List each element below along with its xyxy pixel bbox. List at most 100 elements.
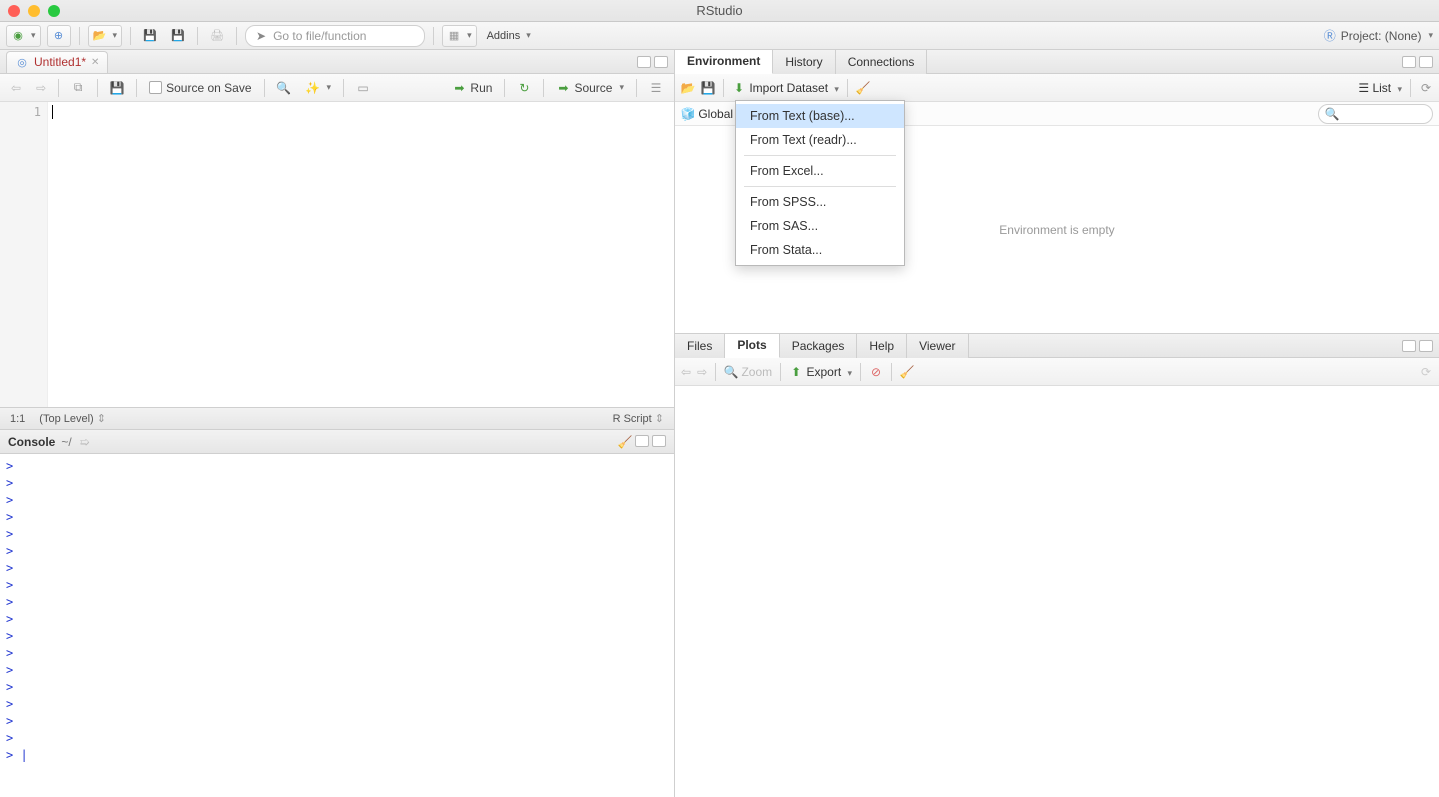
- export-button[interactable]: ⬆ Export ▾: [789, 365, 852, 379]
- maximize-pane-button[interactable]: [652, 435, 666, 447]
- console-prompt: >: [6, 475, 668, 492]
- code-editor[interactable]: 1: [0, 102, 674, 407]
- import-icon: ⬇: [732, 81, 746, 95]
- dropdown-item-from-excel[interactable]: From Excel...: [736, 159, 904, 183]
- dropdown-item-from-sas[interactable]: From SAS...: [736, 214, 904, 238]
- console-prompt: >: [6, 543, 668, 560]
- import-dataset-dropdown: From Text (base)... From Text (readr)...…: [735, 100, 905, 266]
- save-button[interactable]: 💾: [139, 25, 161, 47]
- file-type-selector[interactable]: R Script ⇕: [613, 412, 664, 425]
- source-dropdown-button[interactable]: ➡Source▾: [551, 79, 629, 97]
- environment-empty-message: Environment is empty: [999, 223, 1114, 237]
- clear-workspace-button[interactable]: 🧹: [856, 81, 870, 95]
- source-icon: ➡: [556, 81, 570, 95]
- new-file-button[interactable]: ◉▾: [6, 25, 41, 47]
- minimize-pane-button[interactable]: [1402, 340, 1416, 352]
- console-path-arrow-icon[interactable]: ➯: [78, 435, 92, 449]
- cursor: [52, 105, 53, 119]
- folder-open-icon: 📂: [93, 29, 107, 43]
- editor-content[interactable]: [48, 102, 674, 407]
- tab-environment[interactable]: Environment: [675, 50, 773, 74]
- print-button[interactable]: 🖨: [206, 25, 228, 47]
- outline-button[interactable]: ☰: [644, 79, 668, 97]
- source-btn-label: Source: [574, 81, 612, 95]
- environment-scope-selector[interactable]: 🧊 Global: [681, 107, 733, 121]
- console-prompt: >: [6, 611, 668, 628]
- editor-gutter: 1: [0, 102, 48, 407]
- remove-plot-button[interactable]: ⊘: [869, 365, 883, 379]
- grid-button[interactable]: ▦▾: [442, 25, 477, 47]
- refresh-environment-button[interactable]: ⟳: [1419, 81, 1433, 95]
- toolbar-separator: [433, 27, 434, 45]
- list-view-button[interactable]: ☰ List ▾: [1358, 81, 1402, 95]
- import-dataset-button[interactable]: ⬇ Import Dataset ▾: [732, 81, 839, 95]
- source-toolbar: ⇦ ⇨ ⧉ 💾 Source on Save 🔍 ✨▾ ▭ ➡Run ↻ ➡ So…: [0, 74, 674, 102]
- minimize-pane-button[interactable]: [1402, 56, 1416, 68]
- run-button[interactable]: ➡Run: [447, 79, 497, 97]
- refresh-plots-button[interactable]: ⟳: [1419, 365, 1433, 379]
- goto-file-function-input[interactable]: ➤ Go to file/function: [245, 25, 425, 47]
- maximize-pane-button[interactable]: [1419, 340, 1433, 352]
- tab-packages[interactable]: Packages: [780, 334, 858, 358]
- maximize-pane-button[interactable]: [654, 56, 668, 68]
- remove-icon: ⊘: [869, 365, 883, 379]
- show-in-new-window-button[interactable]: ⧉: [66, 79, 90, 97]
- dropdown-item-from-text-base[interactable]: From Text (base)...: [736, 104, 904, 128]
- save-all-button[interactable]: 💾: [167, 25, 189, 47]
- dropdown-separator: [744, 186, 896, 187]
- clear-plots-button[interactable]: 🧹: [900, 365, 914, 379]
- source-on-save-checkbox[interactable]: Source on Save: [144, 79, 256, 97]
- magic-wand-button[interactable]: ✨▾: [301, 79, 337, 97]
- run-label: Run: [470, 81, 492, 95]
- dropdown-item-from-text-readr[interactable]: From Text (readr)...: [736, 128, 904, 152]
- maximize-pane-button[interactable]: [1419, 56, 1433, 68]
- project-menu[interactable]: Ⓡ Project: (None) ▾: [1323, 29, 1433, 43]
- clear-console-button[interactable]: 🧹: [618, 435, 632, 449]
- save-workspace-button[interactable]: 💾: [701, 81, 715, 95]
- zoom-button[interactable]: 🔍 Zoom: [724, 365, 772, 379]
- folder-open-icon: 📂: [681, 81, 695, 95]
- environment-search-input[interactable]: 🔍: [1318, 104, 1433, 124]
- plots-pane: Files Plots Packages Help Viewer ⇦ ⇨ 🔍 Z…: [675, 334, 1439, 797]
- refresh-icon: ⟳: [1419, 81, 1433, 95]
- close-tab-icon[interactable]: ✕: [91, 57, 99, 68]
- rerun-button[interactable]: ↻: [512, 79, 536, 97]
- console-prompt: >: [6, 713, 668, 730]
- open-file-button[interactable]: 📂▾: [88, 25, 123, 47]
- new-project-button[interactable]: ⊕: [47, 25, 71, 47]
- tab-connections[interactable]: Connections: [836, 50, 928, 74]
- scope-selector[interactable]: (Top Level) ⇕: [39, 412, 106, 425]
- console-prompt: >: [6, 679, 668, 696]
- load-workspace-button[interactable]: 📂: [681, 81, 695, 95]
- find-button[interactable]: 🔍: [272, 79, 296, 97]
- plot-prev-button[interactable]: ⇦: [681, 365, 691, 379]
- console-prompt: >: [6, 492, 668, 509]
- save-all-icon: 💾: [171, 29, 185, 43]
- minimize-pane-button[interactable]: [635, 435, 649, 447]
- console-body[interactable]: >>>>>>>>>>>>>>>>>> |: [0, 454, 674, 797]
- back-button[interactable]: ⇦: [6, 79, 26, 97]
- save-source-button[interactable]: 💾: [105, 79, 129, 97]
- zoom-label: Zoom: [741, 365, 772, 379]
- dropdown-item-from-spss[interactable]: From SPSS...: [736, 190, 904, 214]
- minimize-pane-button[interactable]: [637, 56, 651, 68]
- source-tab-untitled1[interactable]: ◎ Untitled1* ✕: [6, 51, 108, 73]
- plot-next-button[interactable]: ⇨: [697, 365, 707, 379]
- cursor-position[interactable]: 1:1: [10, 413, 25, 425]
- search-icon: 🔍: [277, 81, 291, 95]
- addins-menu[interactable]: Addins▾: [483, 25, 535, 47]
- tab-help[interactable]: Help: [857, 334, 907, 358]
- console-prompt: >: [6, 696, 668, 713]
- tab-viewer[interactable]: Viewer: [907, 334, 968, 358]
- report-icon: ▭: [356, 81, 370, 95]
- console-prompt: >: [6, 594, 668, 611]
- console-prompt: >: [6, 577, 668, 594]
- main-toolbar: ◉▾ ⊕ 📂▾ 💾 💾 🖨 ➤ Go to file/function ▦▾ A…: [0, 22, 1439, 50]
- tab-files[interactable]: Files: [675, 334, 725, 358]
- window-titlebar: RStudio: [0, 0, 1439, 22]
- dropdown-item-from-stata[interactable]: From Stata...: [736, 238, 904, 262]
- tab-plots[interactable]: Plots: [725, 334, 779, 358]
- compile-report-button[interactable]: ▭: [351, 79, 375, 97]
- tab-history[interactable]: History: [773, 50, 835, 74]
- forward-button[interactable]: ⇨: [31, 79, 51, 97]
